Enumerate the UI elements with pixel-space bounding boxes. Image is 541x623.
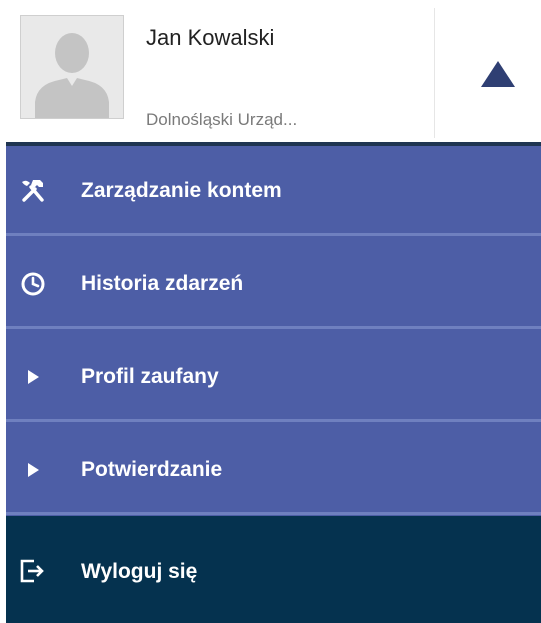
user-header: Jan Kowalski Dolnośląski Urząd... (0, 0, 541, 142)
menu-item-label: Potwierdzanie (81, 458, 223, 481)
tools-icon (20, 178, 46, 204)
account-menu: Zarządzanie kontem Historia zdarzeń Prof… (6, 142, 541, 623)
collapse-menu-button[interactable] (435, 0, 541, 142)
menu-item-event-history[interactable]: Historia zdarzeń (6, 239, 541, 329)
menu-item-label: Zarządzanie kontem (81, 179, 282, 202)
logout-button[interactable]: Wyloguj się (6, 516, 541, 623)
clock-icon (20, 271, 46, 297)
user-dropdown-panel: Jan Kowalski Dolnośląski Urząd... Zarząd… (0, 0, 541, 623)
menu-item-label: Profil zaufany (81, 365, 219, 388)
caret-up-icon (481, 61, 515, 87)
logout-icon (18, 557, 46, 585)
user-organization: Dolnośląski Urząd... (146, 110, 298, 129)
play-arrow-icon (20, 364, 46, 390)
menu-item-label: Historia zdarzeń (81, 272, 244, 295)
play-arrow-icon (20, 457, 46, 483)
menu-item-confirmation[interactable]: Potwierdzanie (6, 425, 541, 515)
logout-label: Wyloguj się (81, 560, 198, 583)
avatar (20, 15, 124, 119)
user-placeholder-icon (21, 16, 123, 118)
menu-item-account-management[interactable]: Zarządzanie kontem (6, 146, 541, 236)
user-name: Jan Kowalski (146, 25, 275, 50)
menu-item-trusted-profile[interactable]: Profil zaufany (6, 332, 541, 422)
